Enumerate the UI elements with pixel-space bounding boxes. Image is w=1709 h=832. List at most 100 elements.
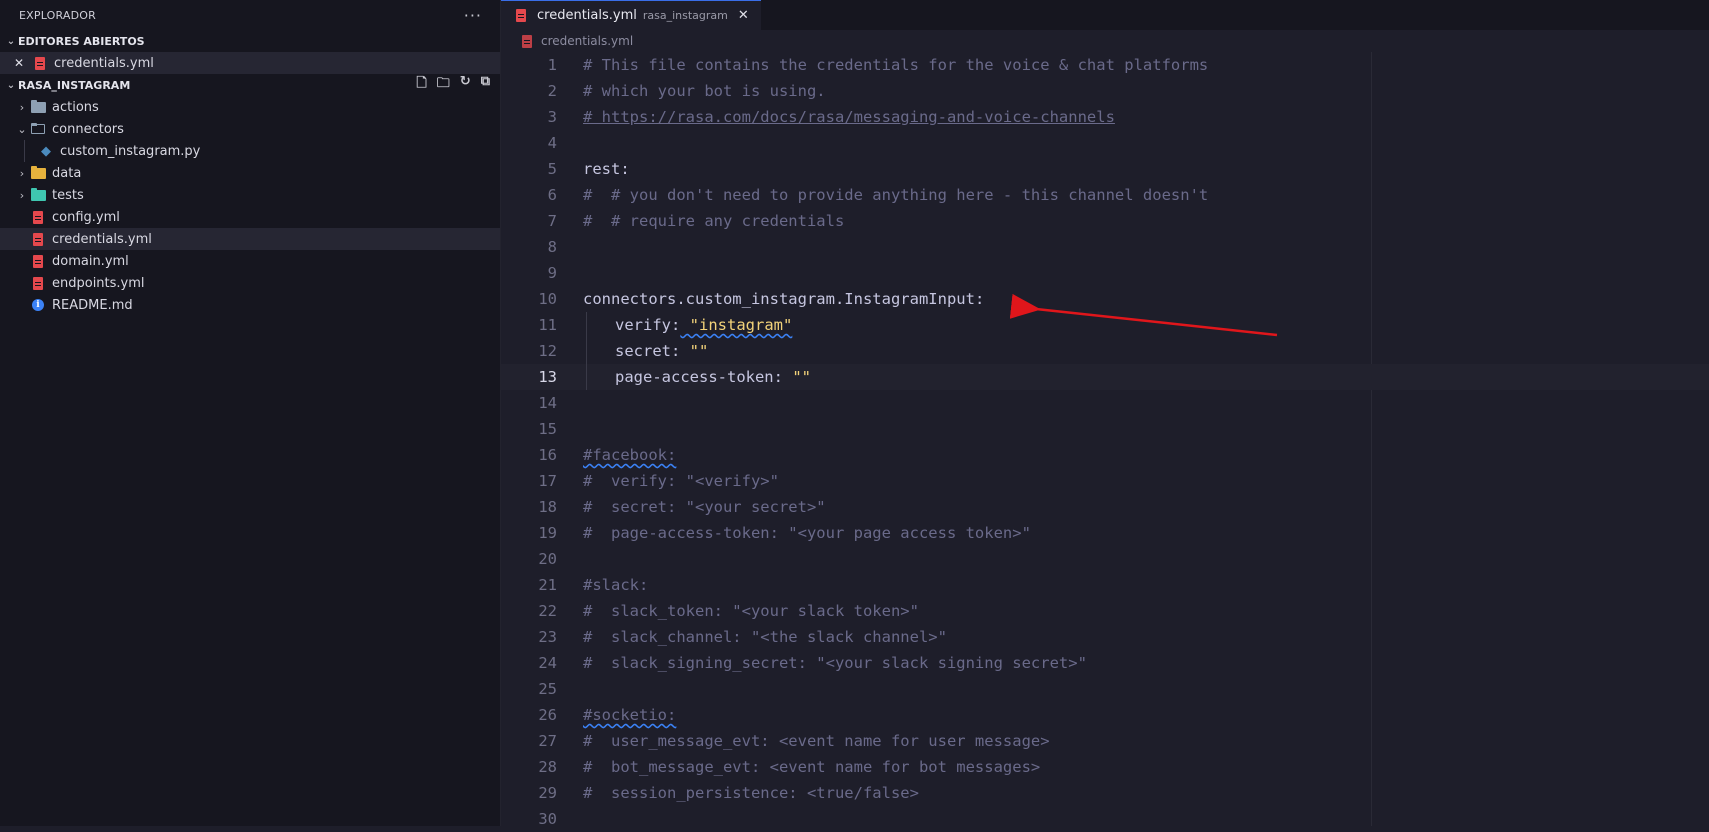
code-line[interactable]: 7 # # require any credentials: [501, 208, 1709, 234]
code-line[interactable]: 27 # user_message_evt: <event name for us…: [501, 728, 1709, 754]
line-number: 10: [538, 290, 557, 308]
chevron-down-icon: ⌄: [6, 79, 16, 91]
line-text: rest:: [583, 160, 630, 178]
code-line[interactable]: 30: [501, 806, 1709, 832]
code-line[interactable]: 17 # verify: "<verify>": [501, 468, 1709, 494]
code-line[interactable]: 14: [501, 390, 1709, 416]
tree-item-label: domain.yml: [52, 253, 129, 269]
tree-item-label: custom_instagram.py: [60, 143, 201, 159]
tree-item-label: data: [52, 165, 82, 181]
code-line[interactable]: 8: [501, 234, 1709, 260]
tab-credentials[interactable]: credentials.yml rasa_instagram ✕: [501, 0, 761, 31]
line-number: 13: [538, 368, 557, 386]
code-line[interactable]: 13 page-access-token: "": [501, 364, 1709, 390]
explorer-title: EXPLORADOR: [19, 8, 97, 22]
line-number: 20: [538, 550, 557, 568]
line-number: 29: [538, 784, 557, 802]
line-number: 23: [538, 628, 557, 646]
code-line[interactable]: 4: [501, 130, 1709, 156]
line-number: 7: [547, 212, 557, 230]
chevron-right-icon: ›: [19, 188, 25, 202]
tab-label: credentials.yml: [537, 8, 637, 23]
code-line[interactable]: 6 # # you don't need to provide anything …: [501, 182, 1709, 208]
breadcrumb[interactable]: credentials.yml: [501, 30, 1709, 52]
line-text: # This file contains the credentials for…: [583, 56, 1209, 74]
line-number: 6: [547, 186, 557, 204]
tree-file-credentials[interactable]: credentials.yml: [0, 228, 500, 250]
code-line[interactable]: 12 secret: "": [501, 338, 1709, 364]
line-number: 17: [538, 472, 557, 490]
code-line[interactable]: 16 #facebook:: [501, 442, 1709, 468]
code-line[interactable]: 28 # bot_message_evt: <event name for bot…: [501, 754, 1709, 780]
refresh-icon[interactable]: ↻: [460, 74, 471, 96]
open-editor-item[interactable]: ✕ credentials.yml: [0, 52, 500, 74]
line-number: 12: [538, 342, 557, 360]
chevron-right-icon: ›: [19, 100, 25, 114]
line-text: #slack:: [583, 576, 649, 594]
code-line[interactable]: 9: [501, 260, 1709, 286]
close-icon[interactable]: ✕: [738, 8, 749, 23]
tree-file-domain[interactable]: domain.yml: [0, 250, 500, 272]
line-text: page-access-token: "": [615, 368, 811, 386]
collapse-all-icon[interactable]: ⧉: [481, 74, 490, 96]
tree-file-endpoints[interactable]: endpoints.yml: [0, 272, 500, 294]
code-line[interactable]: 29 # session_persistence: <true/false>: [501, 780, 1709, 806]
line-number: 11: [538, 316, 557, 334]
line-number: 30: [538, 810, 557, 828]
line-text: # slack_token: "<your slack token>": [583, 602, 919, 620]
open-editors-header[interactable]: ⌄ EDITORES ABIERTOS: [0, 30, 500, 52]
chevron-right-icon: ›: [19, 166, 25, 180]
new-file-icon[interactable]: 🗋: [416, 74, 426, 96]
tree-item-label: config.yml: [52, 209, 120, 225]
yaml-file-icon: [519, 34, 535, 48]
tree-item-label: actions: [52, 99, 99, 115]
project-header[interactable]: ⌄ RASA_INSTAGRAM 🗋 🗀 ↻ ⧉: [0, 74, 500, 96]
code-line[interactable]: 20: [501, 546, 1709, 572]
line-number: 15: [538, 420, 557, 438]
new-folder-icon[interactable]: 🗀: [437, 74, 450, 96]
line-text: # # you don't need to provide anything h…: [583, 186, 1209, 204]
code-line[interactable]: 21 #slack:: [501, 572, 1709, 598]
code-line[interactable]: 5 rest:: [501, 156, 1709, 182]
code-editor[interactable]: 1 # This file contains the credentials fo…: [501, 52, 1709, 828]
code-line[interactable]: 26 #socketio:: [501, 702, 1709, 728]
line-text: # slack_channel: "<the slack channel>": [583, 628, 947, 646]
line-text: # secret: "<your secret>": [583, 498, 826, 516]
tree-item-label: endpoints.yml: [52, 275, 145, 291]
line-number: 18: [538, 498, 557, 516]
folder-icon: [30, 165, 46, 180]
tree-folder-connectors[interactable]: ⌄ connectors: [0, 118, 500, 140]
tree-file-custom-instagram[interactable]: ◆ custom_instagram.py: [0, 140, 500, 162]
code-line[interactable]: 19 # page-access-token: "<your page acces…: [501, 520, 1709, 546]
code-line[interactable]: 18 # secret: "<your secret>": [501, 494, 1709, 520]
more-actions-icon[interactable]: ···: [464, 6, 482, 25]
code-line[interactable]: 1 # This file contains the credentials fo…: [501, 52, 1709, 78]
tree-folder-tests[interactable]: › tests: [0, 184, 500, 206]
code-line[interactable]: 22 # slack_token: "<your slack token>": [501, 598, 1709, 624]
code-line[interactable]: 25: [501, 676, 1709, 702]
line-text: # verify: "<verify>": [583, 472, 779, 490]
yaml-file-icon: [30, 254, 46, 268]
tree-folder-actions[interactable]: › actions: [0, 96, 500, 118]
code-line[interactable]: 23 # slack_channel: "<the slack channel>": [501, 624, 1709, 650]
info-icon: i: [30, 298, 46, 312]
code-line[interactable]: 3 # https://rasa.com/docs/rasa/messaging-…: [501, 104, 1709, 130]
code-line[interactable]: 10 connectors.custom_instagram.InstagramI…: [501, 286, 1709, 312]
tree-folder-data[interactable]: › data: [0, 162, 500, 184]
explorer-header: EXPLORADOR ···: [0, 0, 500, 30]
code-line[interactable]: 2 # which your bot is using.: [501, 78, 1709, 104]
code-line[interactable]: 15: [501, 416, 1709, 442]
yaml-file-icon: [30, 210, 46, 224]
code-line[interactable]: 24 # slack_signing_secret: "<your slack s…: [501, 650, 1709, 676]
tree-file-readme[interactable]: i README.md: [0, 294, 500, 316]
tab-bar: credentials.yml rasa_instagram ✕: [501, 0, 1709, 31]
indent-guide: [586, 312, 615, 338]
code-line[interactable]: 11 verify: "instagram": [501, 312, 1709, 338]
tree-file-config[interactable]: config.yml: [0, 206, 500, 228]
line-number: 25: [538, 680, 557, 698]
line-number: 9: [547, 264, 557, 282]
line-text: secret: "": [615, 342, 709, 360]
line-number: 5: [547, 160, 557, 178]
close-icon[interactable]: ✕: [0, 56, 32, 70]
line-number: 22: [538, 602, 557, 620]
